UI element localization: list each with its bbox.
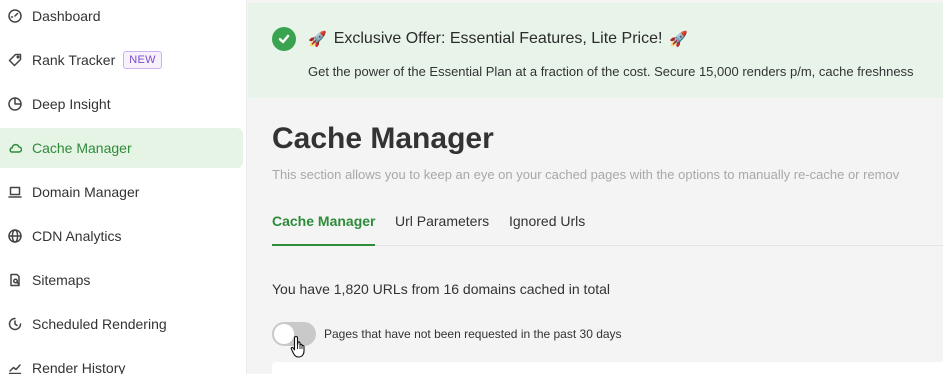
sidebar-item-rank-tracker[interactable]: Rank Tracker NEW [0, 40, 243, 80]
gauge-icon [8, 9, 22, 23]
sidebar-item-deep-insight[interactable]: Deep Insight [0, 84, 243, 124]
sidebar-item-label: Rank Tracker [32, 52, 116, 68]
sidebar-item-label: CDN Analytics [32, 228, 122, 244]
sidebar-item-label: Domain Manager [32, 184, 140, 200]
cloud-icon [8, 141, 22, 155]
main-content: 🚀 Exclusive Offer: Essential Features, L… [248, 0, 943, 374]
cache-summary: You have 1,820 URLs from 16 domains cach… [272, 281, 611, 297]
pie-chart-icon [8, 97, 22, 111]
tab-bar: Cache Manager Url Parameters Ignored Url… [272, 204, 943, 246]
sidebar-item-render-history[interactable]: Render History [0, 348, 243, 374]
sidebar-item-domain-manager[interactable]: Domain Manager [0, 172, 243, 212]
hand-pointer-icon [290, 335, 305, 358]
sidebar: Dashboard Rank Tracker NEW Deep Insight … [0, 0, 247, 374]
cache-table-card [272, 362, 943, 374]
sidebar-item-label: Render History [32, 360, 126, 374]
sidebar-item-scheduled-rendering[interactable]: Scheduled Rendering [0, 304, 243, 344]
page-description: This section allows you to keep an eye o… [272, 167, 900, 182]
sidebar-item-cache-manager[interactable]: Cache Manager [0, 128, 243, 168]
sidebar-item-sitemaps[interactable]: Sitemaps [0, 260, 243, 300]
tag-icon [8, 53, 22, 67]
check-circle-icon [272, 27, 296, 51]
tab-ignored-urls[interactable]: Ignored Urls [509, 204, 585, 246]
stale-pages-filter: Pages that have not been requested in th… [272, 321, 622, 347]
tab-url-parameters[interactable]: Url Parameters [395, 204, 489, 246]
sidebar-item-label: Deep Insight [32, 96, 111, 112]
offer-banner: 🚀 Exclusive Offer: Essential Features, L… [248, 3, 943, 98]
sitemap-icon [8, 273, 22, 287]
rocket-icon: 🚀 [669, 30, 689, 48]
page-title: Cache Manager [272, 122, 494, 155]
rocket-icon: 🚀 [308, 30, 327, 48]
banner-description: Get the power of the Essential Plan at a… [308, 64, 914, 79]
globe-icon [8, 229, 22, 243]
laptop-icon [8, 185, 22, 199]
banner-title: Exclusive Offer: Essential Features, Lit… [333, 30, 663, 47]
banner-title-row: 🚀 Exclusive Offer: Essential Features, L… [308, 30, 688, 48]
sidebar-item-label: Sitemaps [32, 272, 91, 288]
sidebar-item-cdn-analytics[interactable]: CDN Analytics [0, 216, 243, 256]
chart-line-icon [8, 361, 22, 374]
sidebar-item-label: Cache Manager [32, 140, 132, 156]
sidebar-item-label: Dashboard [32, 8, 101, 24]
new-badge: NEW [123, 51, 162, 69]
clock-icon [8, 317, 22, 331]
tab-cache-manager[interactable]: Cache Manager [272, 204, 376, 246]
sidebar-item-label: Scheduled Rendering [32, 316, 167, 332]
sidebar-item-dashboard[interactable]: Dashboard [0, 0, 243, 36]
stale-pages-toggle-label: Pages that have not been requested in th… [324, 327, 622, 341]
